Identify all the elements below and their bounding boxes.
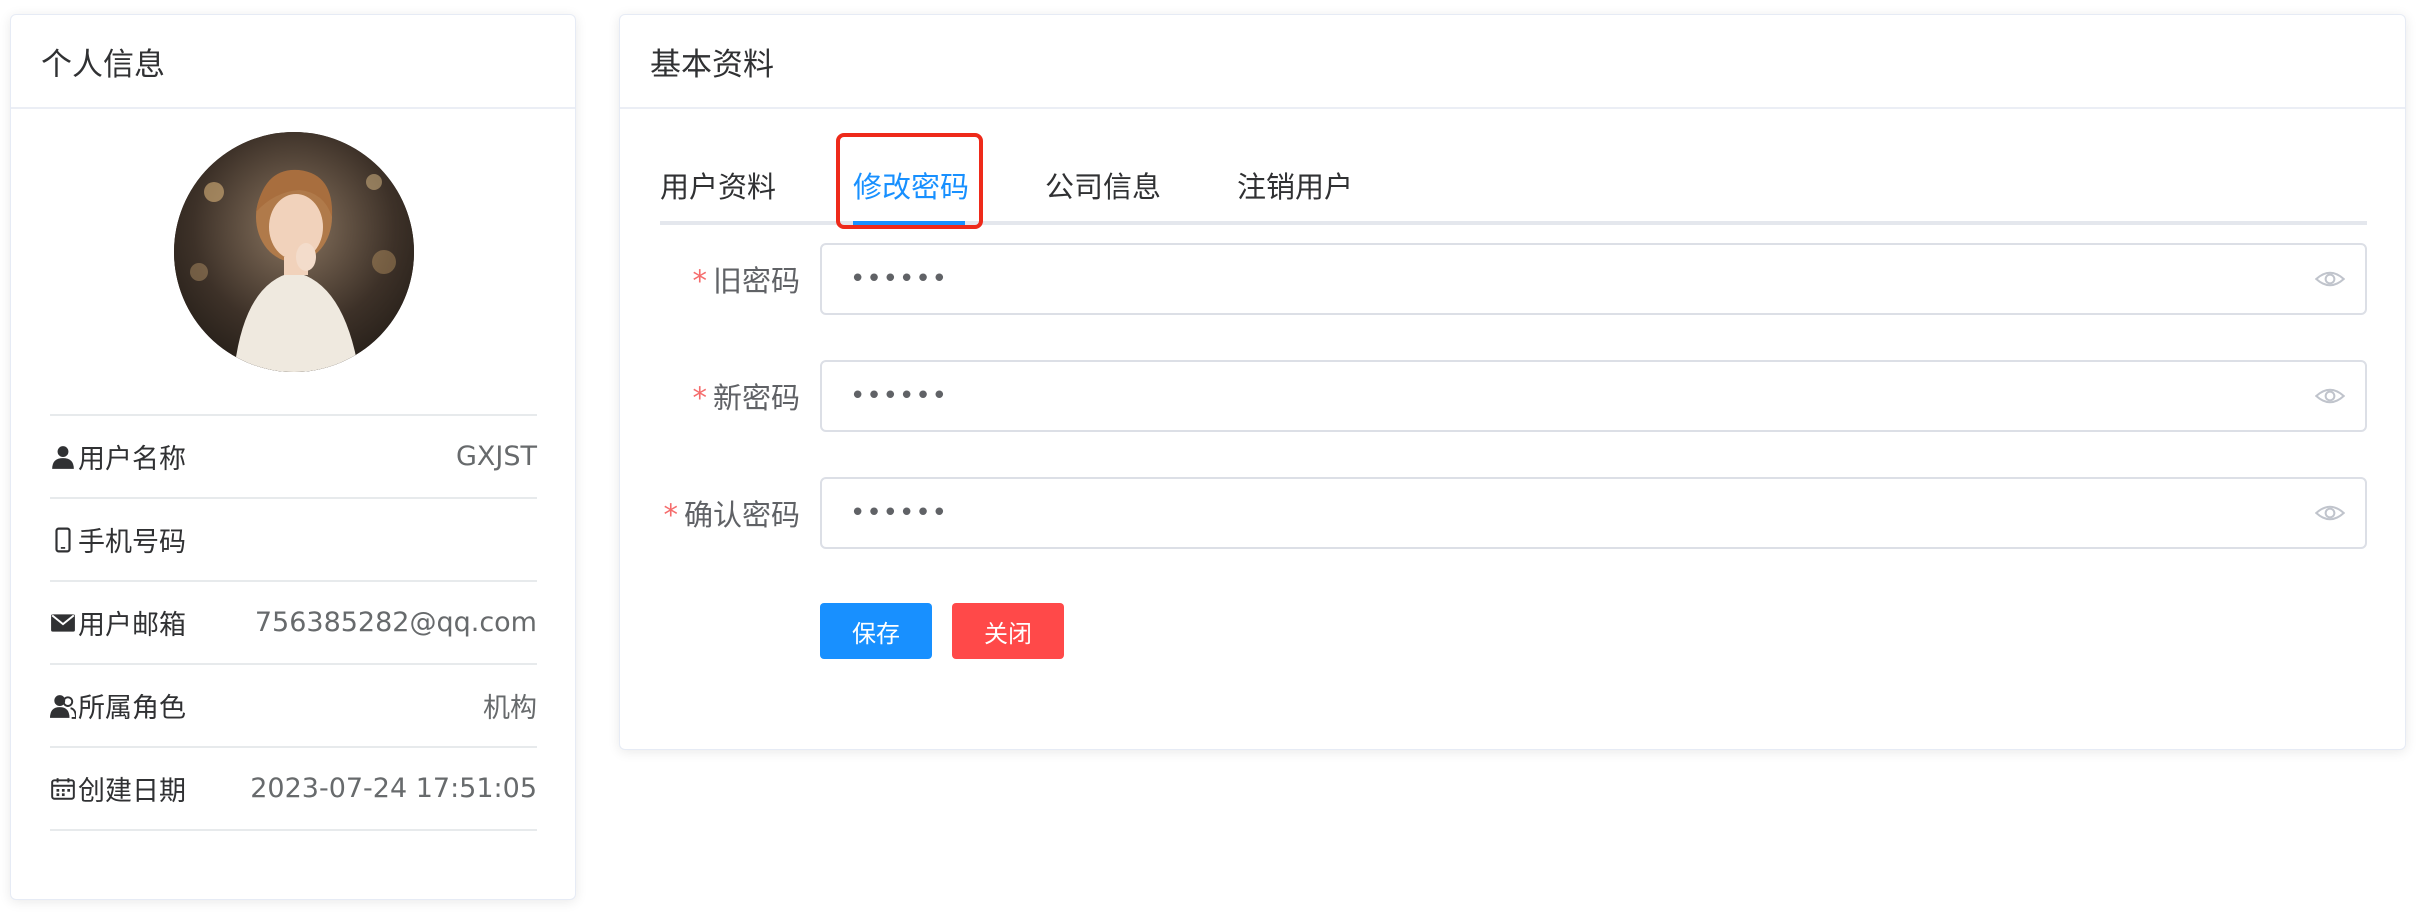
eye-icon[interactable] [2315,498,2345,528]
info-item-created-date: 创建日期 2023-07-24 17:51:05 [50,748,537,831]
avatar-image [174,132,414,372]
new-password-label: * 新密码 [692,381,800,415]
confirm-password-input[interactable] [822,479,2365,547]
info-value: 机构 [483,693,537,724]
new-password-input[interactable] [822,362,2365,430]
confirm-password-row: * 确认密码 [660,477,2367,549]
old-password-label: * 旧密码 [692,264,800,298]
tab-change-password[interactable]: 修改密码 [853,153,969,225]
info-item-phone: 手机号码 [50,499,537,582]
basic-info-card: 基本资料 用户资料 修改密码 公司信息 注销用户 *旧密码 *新密码 *确认密码… [619,14,2406,750]
info-item-email: 用户邮箱 756385282@qq.com [50,582,537,665]
user-icon [52,445,74,469]
info-value: 756385282@qq.com [254,607,537,638]
old-password-input[interactable] [822,245,2365,313]
avatar[interactable] [174,132,414,372]
profile-tabs: 用户资料 修改密码 公司信息 注销用户 [660,153,2367,225]
confirm-password-label: * 确认密码 [663,498,800,532]
save-button[interactable]: 保存 [820,603,932,659]
personal-info-title: 个人信息 [11,15,575,109]
info-label: 创建日期 [78,776,186,807]
info-value: 2023-07-24 17:51:05 [250,773,537,804]
info-label: 用户名称 [78,444,186,475]
personal-info-card: 个人信息 用户名称 GXJST 手机号码 用户邮箱 756385282@qq.c… [10,14,576,900]
tab-user-profile[interactable]: 用户资料 [660,153,776,225]
user-info-list: 用户名称 GXJST 手机号码 用户邮箱 756385282@qq.com 所属… [50,414,537,831]
info-item-username: 用户名称 GXJST [50,416,537,499]
calendar-icon [51,777,75,800]
eye-icon[interactable] [2315,264,2345,294]
tab-deactivate-user[interactable]: 注销用户 [1237,153,1353,225]
role-icon [50,694,76,719]
tab-company-info[interactable]: 公司信息 [1045,153,1161,225]
info-value: GXJST [455,441,537,472]
old-password-row: * 旧密码 [660,243,2367,315]
info-label: 手机号码 [78,527,186,558]
close-button[interactable]: 关闭 [952,603,1064,659]
basic-info-title: 基本资料 [620,15,2405,109]
active-tab-indicator [853,221,965,225]
phone-icon [55,527,71,552]
email-icon [51,613,75,632]
info-label: 用户邮箱 [78,610,186,641]
new-password-row: * 新密码 [660,360,2367,432]
eye-icon[interactable] [2315,381,2345,411]
info-item-role: 所属角色 机构 [50,665,537,748]
info-label: 所属角色 [78,693,186,724]
